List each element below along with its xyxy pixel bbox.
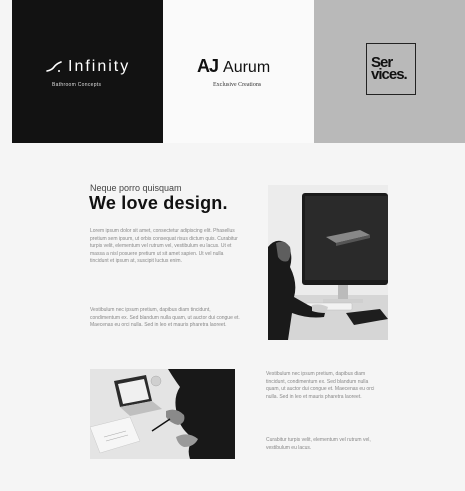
article-paragraph: Lorem ipsum dolor sit amet, consectetur … bbox=[90, 228, 238, 265]
desk-workspace-photo bbox=[268, 185, 388, 340]
brand-tile-infinity[interactable]: Infinity Bathroom Concepts bbox=[12, 0, 163, 143]
aurum-tagline: Exclusive Creations bbox=[213, 82, 262, 88]
aurum-logo: AJ Aurum bbox=[197, 56, 270, 77]
article-paragraph: Vestibulum nec ipsum pretium, dapibus di… bbox=[90, 307, 240, 329]
article-paragraph: Curabitur turpis velit, elementum vel ru… bbox=[266, 437, 371, 451]
brand-tile-services[interactable]: Ser vices. bbox=[314, 0, 465, 143]
article-kicker: Neque porro quisquam bbox=[90, 183, 182, 193]
aurum-brand-name: Aurum bbox=[223, 59, 271, 76]
infinity-logo: Infinity bbox=[46, 58, 130, 76]
services-logo: Ser vices. bbox=[366, 43, 416, 95]
slash-swoosh-icon bbox=[46, 61, 62, 72]
services-logo-text: Ser vices. bbox=[371, 54, 408, 83]
brand-tile-aurum[interactable]: AJ Aurum Exclusive Creations bbox=[163, 0, 314, 143]
team-working-photo bbox=[90, 369, 235, 459]
infinity-tagline: Bathroom Concepts bbox=[52, 82, 102, 88]
article-headline: We love design. bbox=[89, 193, 228, 213]
aurum-monogram: AJ bbox=[197, 56, 219, 76]
infinity-brand-name: Infinity bbox=[68, 58, 131, 75]
page: Infinity Bathroom Concepts AJ Aurum Excl… bbox=[0, 0, 465, 491]
article-paragraph: Vestibulum nec ipsum pretium, dapibus di… bbox=[266, 371, 375, 400]
